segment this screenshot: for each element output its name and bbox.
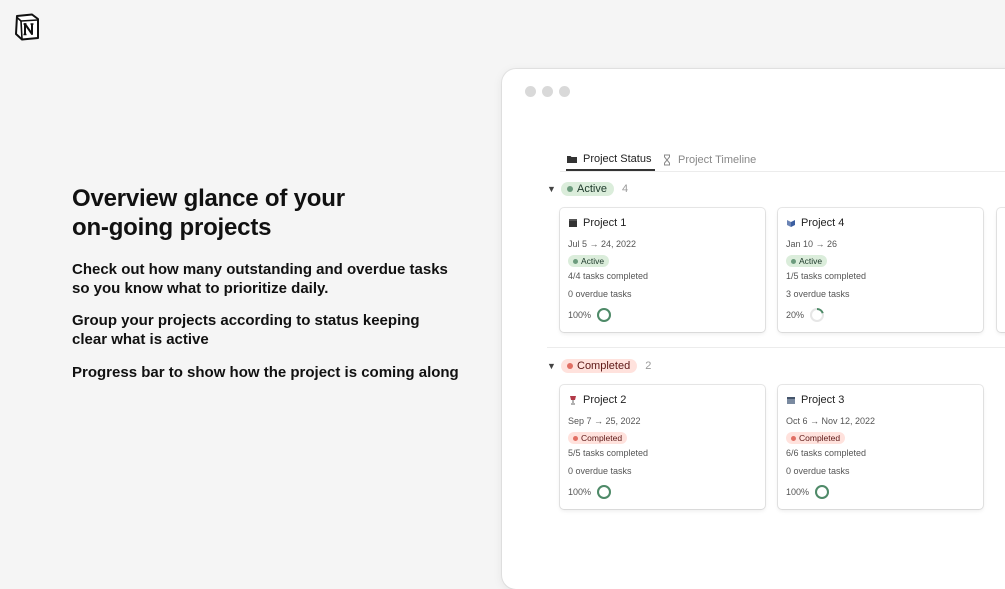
- card-status-pill: Active: [568, 255, 610, 267]
- status-dot-icon: [567, 363, 573, 369]
- project-card[interactable]: Project 3 Oct 6 → Nov 12, 2022 Completed…: [778, 385, 983, 509]
- status-label: Active: [577, 183, 607, 195]
- card-dates: Jan 10 → 26: [786, 239, 838, 249]
- window-minimize-dot[interactable]: [542, 86, 553, 97]
- app-window-preview: Project Status Project Timeline ▼ Active…: [502, 69, 1005, 589]
- tab-label: Project Status: [583, 153, 652, 165]
- progress-ring-fill: [597, 308, 612, 322]
- progress-label: 100%: [568, 310, 592, 320]
- group-count: 2: [645, 360, 652, 372]
- card-progress: 20%: [786, 307, 825, 323]
- notion-logo-icon: [15, 13, 39, 41]
- progress-ring-icon: [597, 485, 612, 499]
- progress-ring-icon: [597, 308, 612, 322]
- tab-project-timeline[interactable]: Project Timeline: [661, 149, 756, 170]
- status-dot-icon: [573, 435, 578, 441]
- card-title: Project 1: [568, 217, 626, 229]
- card-title: Project 2: [568, 394, 626, 406]
- card-status-label: Completed: [799, 433, 841, 443]
- card-title: Project 4: [786, 217, 844, 229]
- card-tasks-completed: 1/5 tasks completed: [786, 271, 867, 281]
- group-count: 4: [621, 183, 629, 195]
- progress-label: 100%: [786, 487, 810, 497]
- group-header-completed: ▼ Completed 2: [547, 359, 651, 373]
- card-overdue-tasks: 3 overdue tasks: [786, 289, 850, 299]
- wine-glass-icon: [570, 396, 576, 405]
- project-card[interactable]: Project 4 Jan 10 → 26 Active 1/5 tasks c…: [778, 208, 983, 332]
- card-tasks-completed: 6/6 tasks completed: [786, 448, 867, 458]
- progress-ring-fill: [815, 485, 830, 499]
- progress-ring-fill: [597, 485, 612, 499]
- card-dates: Sep 7 → 25, 2022: [568, 416, 641, 426]
- card-status-pill: Active: [786, 255, 828, 267]
- progress-label: 100%: [568, 487, 592, 497]
- card-title-text: Project 3: [801, 394, 845, 406]
- window-close-dot[interactable]: [525, 86, 536, 97]
- card-dates: Oct 6 → Nov 12, 2022: [786, 416, 876, 426]
- card-title-text: Project 2: [583, 394, 627, 406]
- card-status-pill: Completed: [568, 432, 628, 444]
- window-controls: [525, 86, 570, 97]
- tab-project-status[interactable]: Project Status: [566, 149, 656, 171]
- status-dot-icon: [791, 435, 796, 441]
- clapper-icon: [569, 219, 577, 227]
- feature-bullet-progress: Progress bar to show how the project is …: [72, 364, 459, 381]
- tab-label: Project Timeline: [678, 153, 757, 166]
- status-pill-completed: Completed: [561, 359, 638, 373]
- card-overdue-tasks: 0 overdue tasks: [568, 289, 632, 299]
- project-card[interactable]: Project 1 Jul 5 → 24, 2022 Active 4/4 ta…: [560, 208, 765, 332]
- feature-bullet-tasks: Check out how many outstanding and overd…: [72, 261, 448, 297]
- status-label: Completed: [577, 360, 631, 372]
- dossier-icon: [787, 220, 795, 227]
- feature-bullet-grouping: Group your projects according to status …: [72, 312, 420, 348]
- status-dot-icon: [791, 258, 796, 264]
- hero-title: Overview glance of your on-going project…: [72, 185, 345, 241]
- card-status-label: Active: [581, 256, 605, 266]
- card-title-text: Project 1: [583, 217, 627, 229]
- calendar-icon: [787, 397, 795, 404]
- hourglass-icon: [664, 154, 670, 165]
- card-tasks-completed: 4/4 tasks completed: [568, 271, 649, 281]
- group-divider: [547, 347, 1005, 348]
- card-dates: Jul 5 → 24, 2022: [568, 239, 637, 249]
- progress-label: 20%: [786, 310, 805, 320]
- project-card[interactable]: Project 2 Sep 7 → 25, 2022 Completed 5/5…: [560, 385, 765, 509]
- progress-ring-icon: [815, 485, 830, 499]
- group-header-active: ▼ Active 4: [547, 182, 628, 196]
- status-dot-icon: [573, 258, 578, 264]
- collapse-toggle-icon[interactable]: ▼: [547, 184, 556, 194]
- card-overdue-tasks: 0 overdue tasks: [568, 466, 632, 476]
- status-pill-active: Active: [561, 182, 614, 196]
- progress-ring-icon: [810, 308, 825, 322]
- card-status-pill: Completed: [786, 432, 846, 444]
- status-dot-icon: [567, 186, 573, 192]
- card-tasks-completed: 5/5 tasks completed: [568, 448, 649, 458]
- card-progress: 100%: [568, 484, 612, 500]
- project-card-partial[interactable]: [997, 208, 1005, 332]
- card-title-text: Project 4: [801, 217, 845, 229]
- card-progress: 100%: [568, 307, 612, 323]
- card-title: Project 3: [786, 394, 844, 406]
- card-status-label: Completed: [581, 433, 623, 443]
- view-tabs: Project Status Project Timeline: [560, 149, 1005, 172]
- folder-icon: [567, 156, 577, 163]
- window-maximize-dot[interactable]: [559, 86, 570, 97]
- collapse-toggle-icon[interactable]: ▼: [547, 361, 556, 371]
- card-progress: 100%: [786, 484, 830, 500]
- card-overdue-tasks: 0 overdue tasks: [786, 466, 850, 476]
- card-status-label: Active: [799, 256, 823, 266]
